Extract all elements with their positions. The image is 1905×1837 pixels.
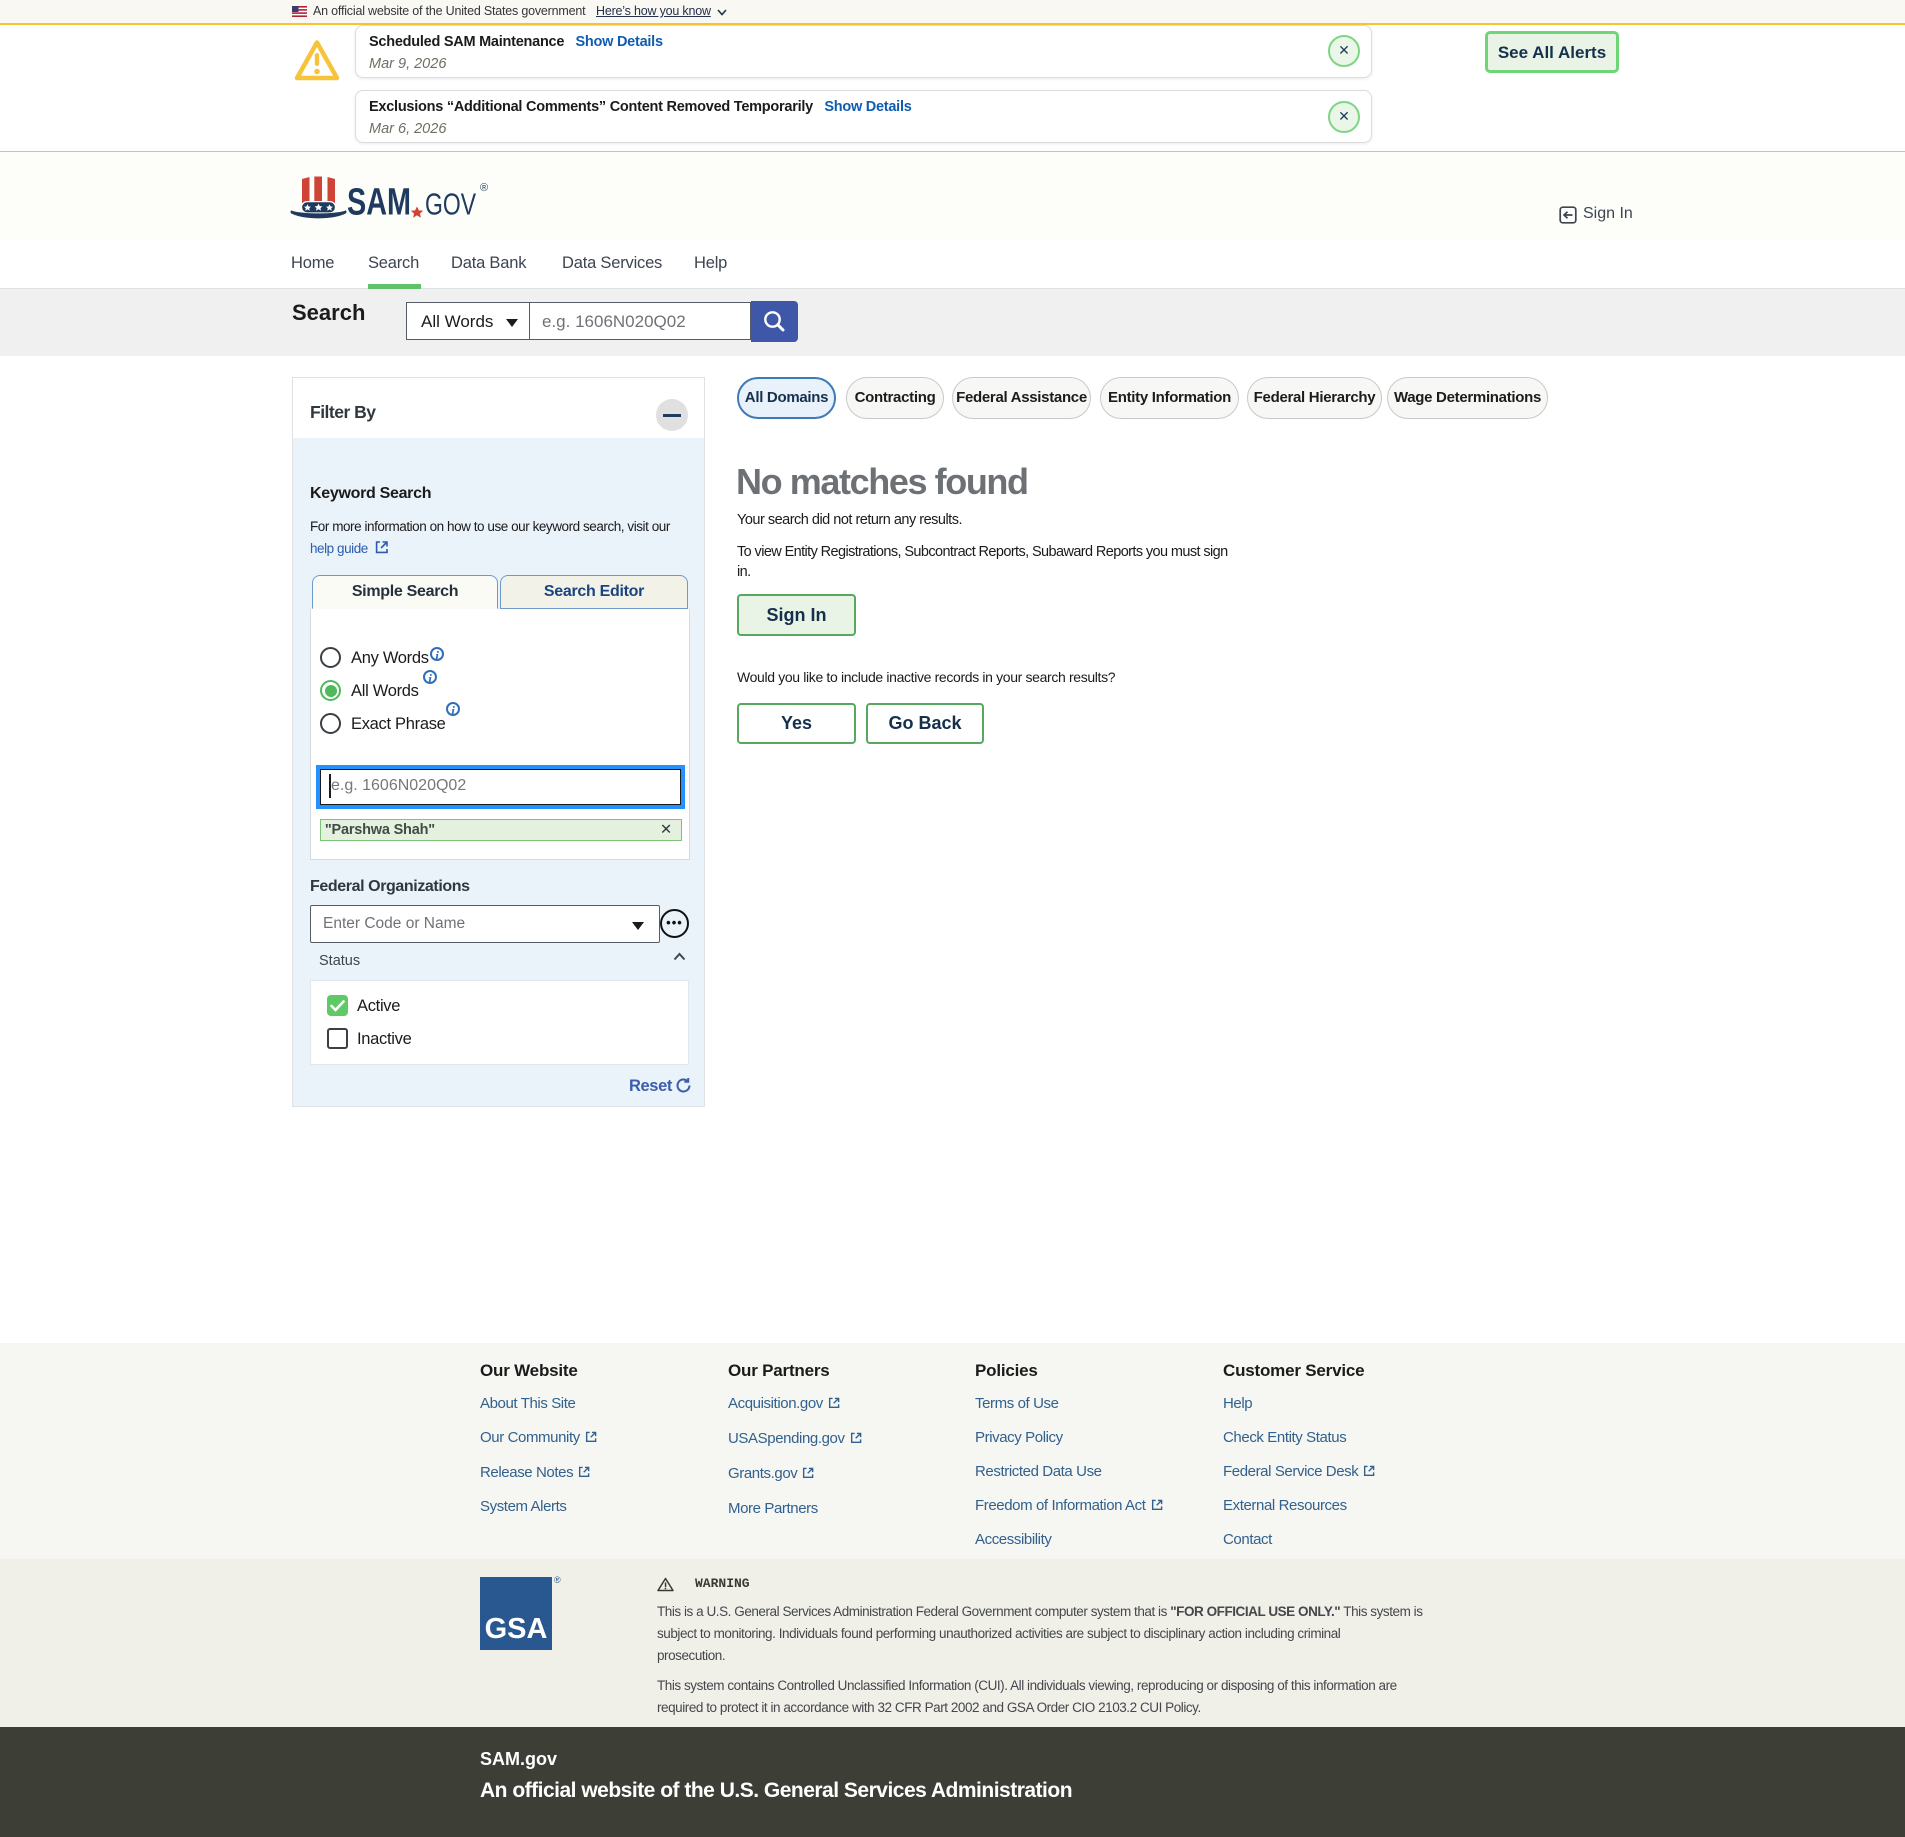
svg-text:GOV: GOV bbox=[425, 188, 476, 222]
svg-text:®: ® bbox=[480, 182, 488, 194]
svg-text:SAM: SAM bbox=[347, 182, 411, 224]
